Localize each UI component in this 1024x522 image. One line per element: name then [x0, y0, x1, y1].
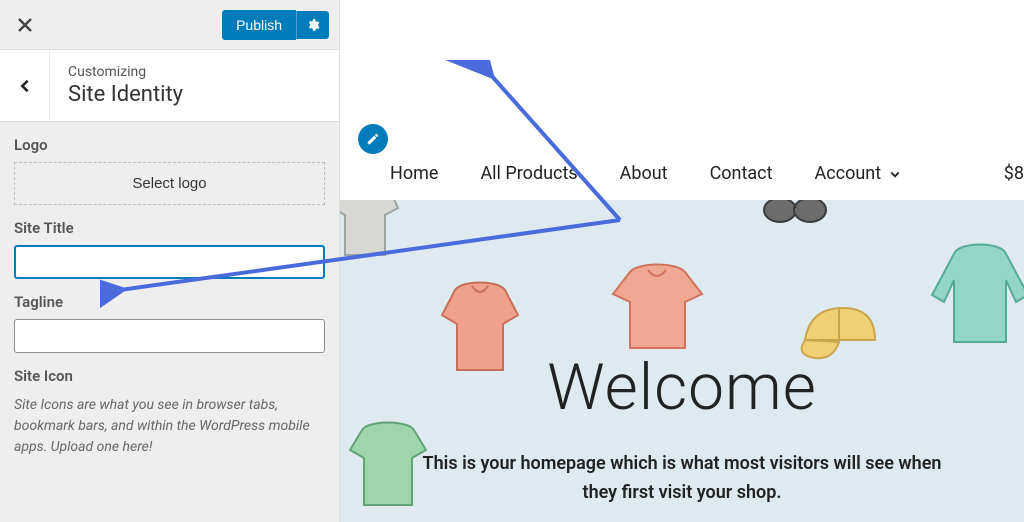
nav-cart-amount[interactable]: $8: [1004, 163, 1024, 184]
customizing-label: Customizing: [68, 64, 183, 80]
nav-home[interactable]: Home: [390, 163, 438, 184]
chevron-down-icon: [889, 168, 901, 180]
section-title: Site Identity: [68, 82, 183, 107]
site-title-input[interactable]: [14, 245, 325, 279]
back-button[interactable]: [0, 50, 50, 122]
hero-subtitle: This is your homepage which is what most…: [422, 450, 942, 508]
customizer-sidebar: Publish Customizing Site Identity Logo S…: [0, 0, 340, 522]
green-shirt-icon: [348, 420, 428, 510]
nav-account[interactable]: Account: [814, 163, 901, 184]
coral-tee-icon: [610, 260, 705, 355]
nav-contact[interactable]: Contact: [710, 163, 773, 184]
teal-longsleeve-icon: [930, 240, 1024, 350]
tagline-input[interactable]: [14, 319, 325, 353]
chevron-left-icon: [18, 79, 32, 93]
section-header: Customizing Site Identity: [0, 50, 339, 122]
site-title-label: Site Title: [14, 219, 325, 237]
pencil-icon: [366, 132, 380, 146]
sidebar-topbar: Publish: [0, 0, 339, 50]
close-button[interactable]: [0, 0, 50, 50]
close-icon: [17, 17, 33, 33]
hero-section: Welcome This is your homepage which is w…: [340, 200, 1024, 522]
tagline-label: Tagline: [14, 293, 325, 311]
nav-all-products[interactable]: All Products: [480, 163, 577, 184]
primary-nav: Home All Products About Contact Account …: [390, 163, 1024, 184]
logo-label: Logo: [14, 136, 325, 154]
sunglasses-icon: [760, 200, 830, 230]
publish-settings-button[interactable]: [296, 11, 329, 39]
select-logo-button[interactable]: Select logo: [14, 162, 325, 205]
publish-group: Publish: [222, 10, 329, 40]
site-preview: Home All Products About Contact Account …: [340, 0, 1024, 522]
preview-header: Home All Products About Contact Account …: [340, 0, 1024, 200]
section-titles: Customizing Site Identity: [50, 64, 183, 107]
nav-account-label: Account: [814, 163, 881, 184]
panel-body: Logo Select logo Site Title Tagline Site…: [0, 122, 339, 478]
publish-button[interactable]: Publish: [222, 10, 296, 40]
grey-shirt-icon: [340, 200, 400, 260]
site-icon-help: Site Icons are what you see in browser t…: [14, 395, 325, 458]
coral-hoodie-icon: [440, 280, 520, 375]
site-icon-label: Site Icon: [14, 367, 325, 385]
edit-shortcut-button[interactable]: [358, 124, 388, 154]
hero-title: Welcome: [547, 350, 817, 425]
gear-icon: [306, 18, 320, 32]
nav-about[interactable]: About: [620, 163, 668, 184]
